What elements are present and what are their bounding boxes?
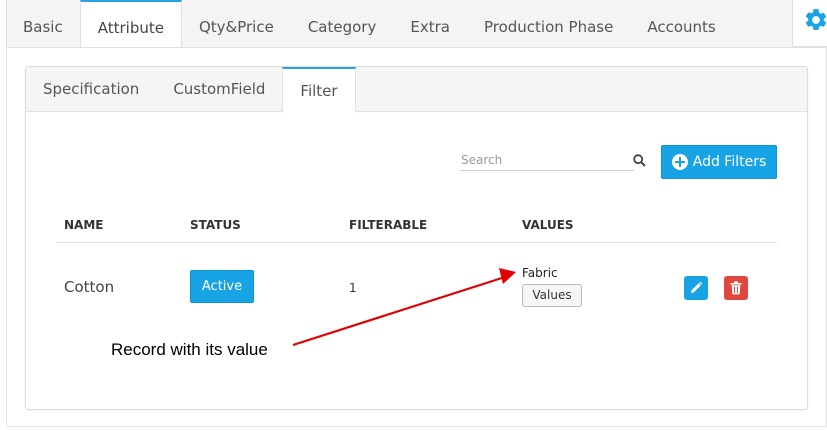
annotation-text: Record with its value — [111, 340, 268, 359]
annotation-arrow — [292, 268, 516, 347]
